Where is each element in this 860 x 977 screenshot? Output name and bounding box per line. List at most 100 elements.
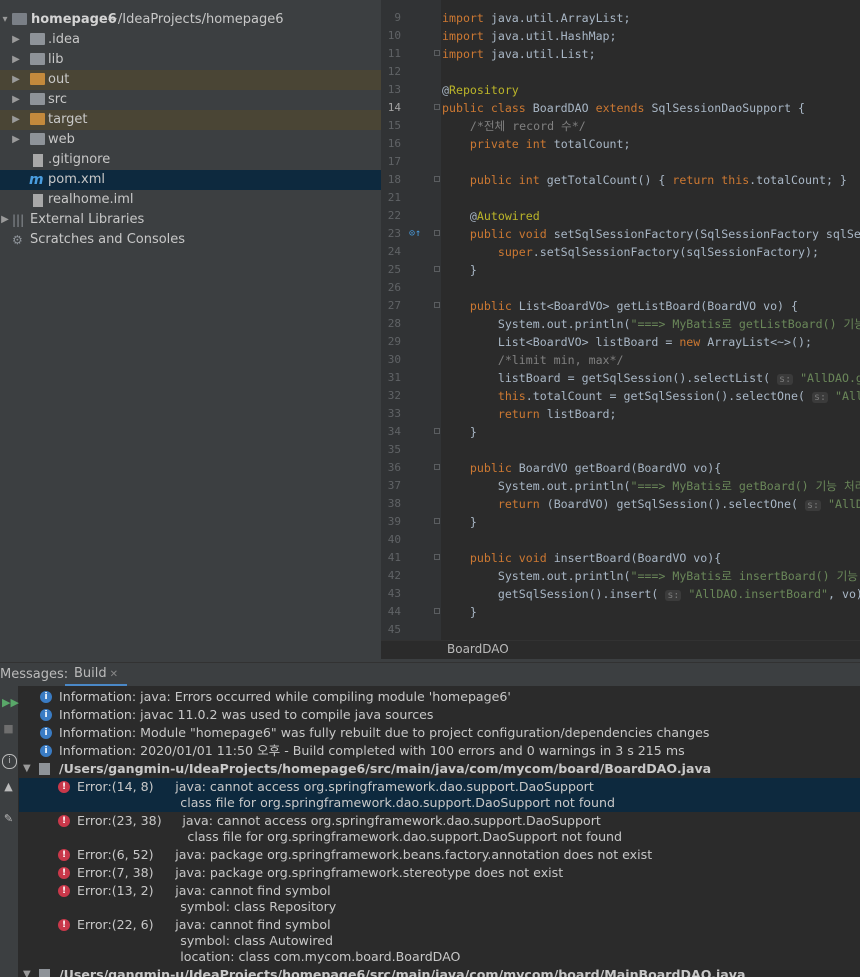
code-line[interactable]: 32 this.totalCount = getSqlSession().sel…: [381, 387, 860, 405]
code-line[interactable]: 29 List<BoardVO> listBoard = new ArrayLi…: [381, 333, 860, 351]
code-line[interactable]: 38 return (BoardVO) getSqlSession().sele…: [381, 495, 860, 513]
rerun-icon[interactable]: ▶▶: [2, 696, 19, 709]
fold-marker-icon[interactable]: [434, 230, 440, 236]
code-line[interactable]: 36 public BoardVO getBoard(BoardVO vo){: [381, 459, 860, 477]
code-line[interactable]: 39 }: [381, 513, 860, 531]
info-message[interactable]: i Information: 2020/01/01 11:50 오후 - Buil…: [19, 742, 860, 760]
error-message[interactable]: ! Error:(13, 2) java: cannot find symbol sy…: [19, 882, 860, 916]
settings-wrench-icon[interactable]: ✎: [2, 812, 15, 825]
fold-marker-icon[interactable]: [434, 608, 440, 614]
tree-item-external-libraries[interactable]: ▶ ||| External Libraries: [0, 210, 381, 230]
fold-marker-icon[interactable]: [434, 428, 440, 434]
code-line[interactable]: 35: [381, 441, 860, 459]
close-icon[interactable]: ✕: [110, 669, 118, 680]
fold-marker-icon[interactable]: [434, 554, 440, 560]
chevron-right-icon[interactable]: ▶: [11, 130, 21, 150]
fold-marker-icon[interactable]: [434, 266, 440, 272]
fold-marker-icon[interactable]: [434, 104, 440, 110]
error-message[interactable]: ! Error:(22, 6) java: cannot find symbol sy…: [19, 916, 860, 966]
breadcrumb[interactable]: BoardDAO: [381, 640, 860, 659]
code-line[interactable]: 40: [381, 531, 860, 549]
code-line[interactable]: 14 public class BoardDAO extends SqlSessi…: [381, 99, 860, 117]
root-path: ~/IdeaProjects/homepage6: [107, 12, 284, 27]
code-line[interactable]: 12: [381, 63, 860, 81]
error-message[interactable]: ! Error:(7, 38) java: package org.springfr…: [19, 864, 860, 882]
code-text: public void setSqlSessionFactory(SqlSess…: [469, 227, 860, 241]
tree-root-homepage6[interactable]: ▾ homepage6 ~/IdeaProjects/homepage6: [0, 10, 381, 30]
line-number: 31: [387, 371, 401, 384]
code-line[interactable]: 33 return listBoard;: [381, 405, 860, 423]
error-message[interactable]: ! Error:(14, 8) java: cannot access org.sp…: [19, 778, 860, 812]
file-node[interactable]: ▼ /Users/gangmin-u/IdeaProjects/homepage6…: [19, 966, 860, 977]
code-line[interactable]: 22 @Autowired: [381, 207, 860, 225]
fold-marker-icon[interactable]: [434, 176, 440, 182]
error-location: Error:(6, 52): [77, 847, 154, 862]
code-line[interactable]: 21: [381, 189, 860, 207]
breadcrumb-class[interactable]: BoardDAO: [447, 642, 509, 656]
code-line[interactable]: 27 public List<BoardVO> getListBoard(Boa…: [381, 297, 860, 315]
tree-item-idea[interactable]: ▶ .idea: [0, 30, 381, 50]
code-line[interactable]: 44 }: [381, 603, 860, 621]
code-line[interactable]: 18 public int getTotalCount() { return t…: [381, 171, 860, 189]
fold-marker-icon[interactable]: [434, 518, 440, 524]
code-line[interactable]: 16 private int totalCount;: [381, 135, 860, 153]
chevron-down-icon[interactable]: ▼: [23, 760, 31, 778]
code-editor[interactable]: 9 import java.util.ArrayList; 10 import jav…: [381, 0, 860, 658]
fold-marker-icon[interactable]: [434, 302, 440, 308]
info-filter-icon[interactable]: i: [2, 754, 17, 769]
code-line[interactable]: 11 import java.util.List;: [381, 45, 860, 63]
chevron-down-icon[interactable]: ▼: [23, 966, 31, 977]
tree-item-out[interactable]: ▶ out: [0, 70, 381, 90]
code-line[interactable]: 17: [381, 153, 860, 171]
code-line[interactable]: 26: [381, 279, 860, 297]
tree-item-src[interactable]: ▶ src: [0, 90, 381, 110]
code-line[interactable]: 43 getSqlSession().insert( s: "AllDAO.in…: [381, 585, 860, 603]
chevron-right-icon[interactable]: ▶: [11, 90, 21, 110]
tree-item-scratches[interactable]: ⚙ Scratches and Consoles: [0, 230, 381, 250]
error-message[interactable]: ! Error:(23, 38) java: cannot access org.s…: [19, 812, 860, 846]
file-node[interactable]: ▼ /Users/gangmin-u/IdeaProjects/homepage6…: [19, 760, 860, 778]
chevron-right-icon[interactable]: ▶: [11, 110, 21, 130]
tree-item-target[interactable]: ▶ target: [0, 110, 381, 130]
fold-marker-icon[interactable]: [434, 50, 440, 56]
code-line[interactable]: 9 import java.util.ArrayList;: [381, 9, 860, 27]
info-message[interactable]: i Information: Module "homepage6" was ful…: [19, 724, 860, 742]
tree-item-label: src: [48, 92, 67, 107]
chevron-right-icon[interactable]: ▶: [11, 70, 21, 90]
code-line[interactable]: 31 listBoard = getSqlSession().selectLis…: [381, 369, 860, 387]
line-number: 9: [394, 11, 401, 24]
fold-marker-icon[interactable]: [434, 464, 440, 470]
override-gutter-icon[interactable]: ⊙↑: [409, 225, 421, 243]
code-line[interactable]: 28 System.out.println("===> MyBatis로 get…: [381, 315, 860, 333]
tree-item-web[interactable]: ▶ web: [0, 130, 381, 150]
code-line[interactable]: 34 }: [381, 423, 860, 441]
chevron-down-icon[interactable]: ▾: [0, 10, 10, 30]
code-line[interactable]: 30 /*limit min, max*/: [381, 351, 860, 369]
folder-icon: [30, 33, 45, 45]
stop-icon[interactable]: ■: [2, 722, 15, 735]
code-line[interactable]: 42 System.out.println("===> MyBatis로 ins…: [381, 567, 860, 585]
code-line[interactable]: 15 /*전체 record 수*/: [381, 117, 860, 135]
code-line[interactable]: 13 @Repository: [381, 81, 860, 99]
code-line[interactable]: 41 public void insertBoard(BoardVO vo){: [381, 549, 860, 567]
warning-filter-icon[interactable]: ▲: [2, 780, 15, 793]
error-location: Error:(7, 38): [77, 865, 154, 880]
tab-build[interactable]: Build ✕: [65, 663, 128, 687]
chevron-right-icon[interactable]: ▶: [0, 210, 10, 230]
tree-item-pom[interactable]: m pom.xml: [0, 170, 381, 190]
tree-item-gitignore[interactable]: .gitignore: [0, 150, 381, 170]
chevron-right-icon[interactable]: ▶: [11, 50, 21, 70]
code-line[interactable]: 25 }: [381, 261, 860, 279]
code-line[interactable]: 24 super.setSqlSessionFactory(sqlSession…: [381, 243, 860, 261]
code-line[interactable]: 45: [381, 621, 860, 639]
code-line[interactable]: 37 System.out.println("===> MyBatis로 get…: [381, 477, 860, 495]
code-line[interactable]: 23 ⊙↑ public void setSqlSessionFactory(Sq…: [381, 225, 860, 243]
tree-item-realhome-iml[interactable]: realhome.iml: [0, 190, 381, 210]
build-messages[interactable]: i Information: java: Errors occurred whil…: [19, 686, 860, 977]
info-message[interactable]: i Information: java: Errors occurred whil…: [19, 688, 860, 706]
code-line[interactable]: 10 import java.util.HashMap;: [381, 27, 860, 45]
info-message[interactable]: i Information: javac 11.0.2 was used to c…: [19, 706, 860, 724]
error-message[interactable]: ! Error:(6, 52) java: package org.springfr…: [19, 846, 860, 864]
chevron-right-icon[interactable]: ▶: [11, 30, 21, 50]
tree-item-lib[interactable]: ▶ lib: [0, 50, 381, 70]
